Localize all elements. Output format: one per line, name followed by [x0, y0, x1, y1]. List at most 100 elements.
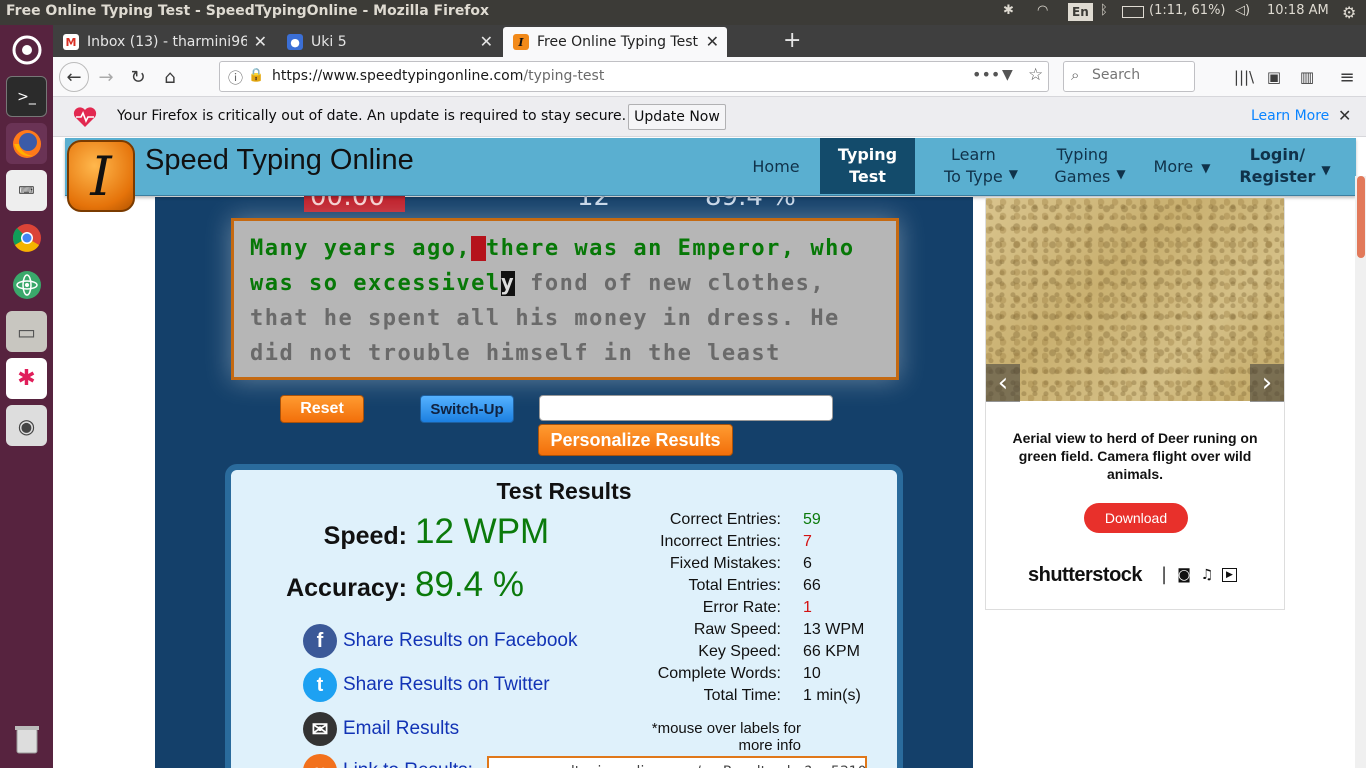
clock[interactable]: 10:18 AM — [1267, 3, 1329, 23]
stat-total-time[interactable]: Total Time: 1 min(s) — [617, 687, 917, 709]
bookmark-star-icon[interactable]: ☆ — [1028, 65, 1043, 85]
bluetooth-icon[interactable]: ᛒ — [1100, 3, 1108, 23]
stat-complete-words[interactable]: Complete Words: 10 — [617, 665, 917, 687]
accuracy-label[interactable]: Accuracy: — [241, 574, 407, 603]
music-note-icon: ♫ — [1200, 567, 1214, 583]
tab-inbox[interactable]: M Inbox (13) - tharmini961 ✕ — [53, 27, 275, 57]
slack-icon[interactable]: ✱ — [6, 358, 47, 399]
page-scrollbar[interactable] — [1355, 176, 1366, 768]
nav-label: Test — [849, 167, 886, 186]
nav-typing-test[interactable]: Typing Test — [820, 138, 915, 194]
link-to-results[interactable]: ∞ Link to Results: — [303, 754, 473, 768]
terminal-icon[interactable]: >_ — [6, 76, 47, 117]
stat-label: Raw Speed: — [693, 621, 781, 638]
close-icon[interactable]: ✕ — [1338, 106, 1351, 125]
forward-icon[interactable]: → — [91, 62, 121, 92]
heart-icon — [73, 107, 97, 127]
ubuntu-dash-icon[interactable] — [6, 29, 47, 70]
tab-typing-test[interactable]: I Free Online Typing Test ✕ — [503, 27, 727, 57]
nav-more[interactable]: More ▼ — [1147, 138, 1217, 194]
stat-label: Key Speed: — [698, 643, 781, 660]
atom-icon[interactable] — [6, 264, 47, 305]
back-icon[interactable]: ← — [59, 62, 89, 92]
stat-key-speed[interactable]: Key Speed: 66 KPM — [617, 643, 917, 665]
slack-tray-icon[interactable]: ✱ — [1003, 3, 1014, 23]
share-facebook-link[interactable]: f Share Results on Facebook — [303, 624, 577, 658]
ad-image[interactable] — [986, 198, 1284, 401]
close-icon[interactable]: ✕ — [254, 32, 267, 51]
site-title[interactable]: Speed Typing Online — [145, 144, 414, 177]
stat-total-entries[interactable]: Total Entries: 66 — [617, 577, 917, 599]
volume-icon[interactable]: ◁) — [1235, 3, 1250, 23]
new-tab-icon[interactable]: + — [783, 28, 801, 53]
share-twitter-link[interactable]: t Share Results on Twitter — [303, 668, 550, 702]
url-text[interactable]: https://www.speedtypingonline.com/typing… — [272, 68, 604, 84]
tab-uki[interactable]: ● Uki 5 ✕ — [277, 27, 501, 57]
url-path: /typing-test — [523, 68, 605, 84]
scrollbar-thumb[interactable] — [1357, 176, 1365, 258]
nav-label: Register — [1239, 167, 1316, 186]
stat-value: 6 — [803, 555, 812, 572]
nav-login-register[interactable]: Login/Register ▼ — [1235, 138, 1335, 194]
switch-up-button[interactable]: Switch-Up — [420, 395, 514, 423]
keyboard-layout-indicator[interactable]: En — [1068, 3, 1093, 21]
typing-passage-box[interactable]: Many years ago, there was an Emperor, wh… — [231, 218, 899, 380]
navigation-toolbar: ← → ↻ ⌂ ⓘ 🔒 https://www.speedtypingonlin… — [53, 57, 1366, 97]
power-icon[interactable]: ⚙ — [1342, 3, 1356, 23]
menu-icon[interactable]: ≡ — [1332, 62, 1362, 92]
site-logo[interactable]: I — [67, 140, 135, 212]
trash-icon[interactable] — [6, 718, 47, 759]
stat-raw-speed[interactable]: Raw Speed: 13 WPM — [617, 621, 917, 643]
nav-home[interactable]: Home — [741, 138, 811, 194]
sidebar-icon[interactable]: ▥ — [1292, 62, 1322, 92]
url-bar[interactable]: ⓘ 🔒 https://www.speedtypingonline.com/ty… — [219, 61, 1049, 92]
chevron-right-icon[interactable]: › — [1250, 364, 1284, 402]
tab-label: Free Online Typing Test — [537, 34, 698, 50]
update-now-button[interactable]: Update Now — [628, 104, 726, 130]
stat-incorrect-entries[interactable]: Incorrect Entries: 7 — [617, 533, 917, 555]
typing-input[interactable] — [539, 395, 833, 421]
page-content: 12 89.4 % 00:00 I Speed Typing Online Ho… — [53, 137, 1366, 768]
chrome-icon[interactable] — [6, 217, 47, 258]
speed-label[interactable]: Speed: — [241, 522, 407, 551]
library-icon[interactable]: |||\ — [1229, 62, 1259, 92]
tab-label: Uki 5 — [311, 34, 347, 50]
page-actions-icon[interactable]: ••• — [972, 65, 1000, 84]
home-icon[interactable]: ⌂ — [155, 62, 185, 92]
dropdown-arrow-icon: ▼ — [1116, 167, 1126, 181]
close-icon[interactable]: ✕ — [706, 32, 719, 51]
learn-more-link[interactable]: Learn More — [1251, 108, 1329, 124]
chevron-left-icon[interactable]: ‹ — [986, 364, 1020, 402]
update-notification-bar: Your Firefox is critically out of date. … — [53, 97, 1366, 137]
stat-correct-entries[interactable]: Correct Entries: 59 — [617, 511, 917, 533]
nav-typing-games[interactable]: Typing Games ▼ — [1045, 138, 1135, 194]
search-bar[interactable]: ⌕ — [1063, 61, 1195, 92]
battery-status[interactable]: (1:11, 61%) — [1149, 3, 1226, 23]
close-icon[interactable]: ✕ — [480, 32, 493, 51]
info-icon[interactable]: ⓘ — [228, 67, 243, 88]
stat-error-rate[interactable]: Error Rate: 1 — [617, 599, 917, 621]
search-input[interactable] — [1092, 67, 1188, 83]
ad-download-button[interactable]: Download — [1084, 503, 1188, 533]
reload-icon[interactable]: ↻ — [123, 62, 153, 92]
firefox-icon[interactable] — [6, 123, 47, 164]
stat-fixed-mistakes[interactable]: Fixed Mistakes: 6 — [617, 555, 917, 577]
battery-icon[interactable] — [1122, 6, 1144, 18]
tab-strip: M Inbox (13) - tharmini961 ✕ ● Uki 5 ✕ I… — [53, 25, 1366, 57]
email-results-link[interactable]: ✉ Email Results — [303, 712, 459, 746]
personalize-results-button[interactable]: Personalize Results — [538, 424, 733, 456]
pocket-icon[interactable]: ▼ — [1002, 67, 1013, 83]
onscreen-keyboard-icon[interactable]: ⌨ — [6, 170, 47, 211]
stat-value: 1 — [803, 599, 812, 616]
camera-icon[interactable]: ◉ — [6, 405, 47, 446]
dropdown-arrow-icon: ▼ — [1321, 163, 1331, 177]
shutterstock-logo[interactable]: shutterstock — [1028, 564, 1143, 587]
file-manager-icon[interactable]: ▭ — [6, 311, 47, 352]
untyped-text: did not trouble himself in the least — [250, 341, 781, 366]
wifi-icon[interactable]: ◠ — [1037, 3, 1048, 23]
nav-learn-to-type[interactable]: Learn To Type ▼ — [931, 138, 1031, 194]
reset-button[interactable]: Reset — [280, 395, 364, 423]
stat-label: Complete Words: — [657, 665, 781, 682]
downloads-icon[interactable]: ▣ — [1259, 62, 1289, 92]
results-link-field[interactable]: www.speedtypingonline.com/myResults.php?… — [487, 756, 867, 768]
